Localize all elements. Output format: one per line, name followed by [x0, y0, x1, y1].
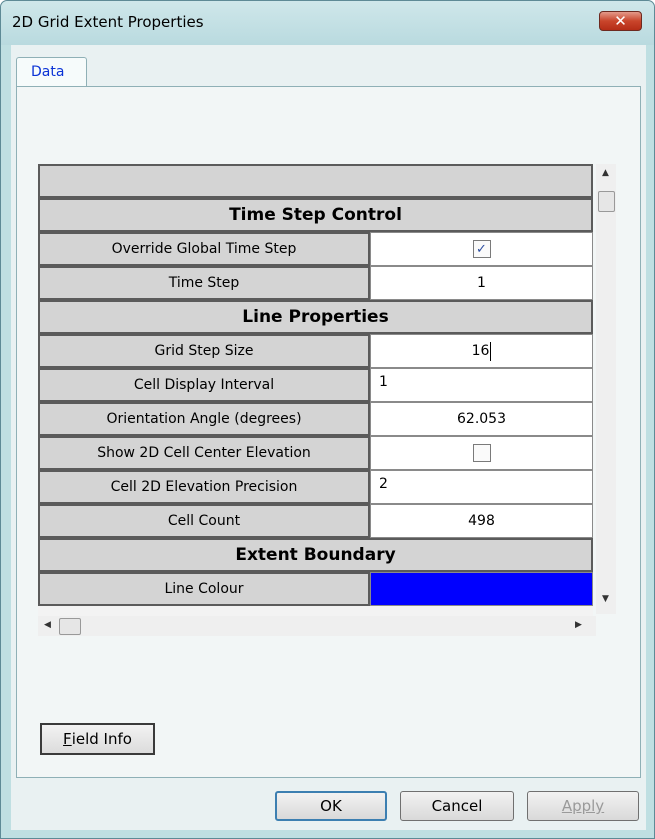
horizontal-scroll-thumb[interactable]	[59, 618, 81, 635]
grid-row-cell-2d-elevation-precision: Cell 2D Elevation Precision 2	[38, 470, 593, 504]
close-icon: ✕	[614, 12, 627, 30]
horizontal-scrollbar[interactable]: ◀ ▶	[38, 616, 596, 636]
field-info-mnemonic: F	[63, 730, 72, 748]
grid-row-line-colour: Line Colour	[38, 572, 593, 606]
window-title: 2D Grid Extent Properties	[12, 13, 204, 31]
vertical-scroll-thumb[interactable]	[598, 191, 615, 212]
grid-row-override-global-time-step: Override Global Time Step ✓	[38, 232, 593, 266]
property-value: ✓	[370, 232, 593, 266]
property-label: Cell Display Interval	[38, 368, 370, 402]
override-global-time-step-checkbox[interactable]: ✓	[472, 240, 491, 258]
section-title: Time Step Control	[229, 205, 402, 225]
property-label: Override Global Time Step	[38, 232, 370, 266]
grid-row-grid-step-size: Grid Step Size 16	[38, 334, 593, 368]
scroll-left-icon[interactable]: ◀	[44, 620, 51, 630]
grid-step-size-value: 16	[471, 343, 490, 359]
apply-button[interactable]: Apply	[527, 791, 639, 821]
title-bar[interactable]: 2D Grid Extent Properties ✕	[1, 1, 654, 45]
section-title: Line Properties	[242, 307, 389, 327]
property-label: Grid Step Size	[38, 334, 370, 368]
grid-row-time-step: Time Step 1	[38, 266, 593, 300]
property-label: Time Step	[38, 266, 370, 300]
field-info-button[interactable]: Field Info	[40, 723, 155, 755]
scroll-down-icon[interactable]: ▼	[602, 594, 609, 604]
show-2d-cell-center-elevation-checkbox[interactable]	[472, 444, 491, 462]
grid-row-cell-display-interval: Cell Display Interval 1	[38, 368, 593, 402]
section-title: Extent Boundary	[235, 545, 396, 565]
section-header-line-properties: Line Properties	[38, 300, 593, 334]
ok-label: OK	[320, 797, 342, 815]
grid-row-orientation-angle: Orientation Angle (degrees) 62.053	[38, 402, 593, 436]
cell-2d-elevation-precision-value[interactable]: 2	[370, 470, 593, 504]
time-step-value[interactable]: 1	[370, 266, 593, 300]
grid-top-blank-row	[38, 164, 593, 198]
grid-row-cell-count: Cell Count 498	[38, 504, 593, 538]
cancel-label: Cancel	[431, 797, 483, 815]
property-label: Line Colour	[38, 572, 370, 606]
cell-count-value: 498	[370, 504, 593, 538]
tab-data-label: Data	[31, 64, 65, 80]
line-colour-swatch[interactable]	[370, 572, 593, 606]
ok-button[interactable]: OK	[275, 791, 387, 821]
scroll-up-icon[interactable]: ▲	[602, 168, 609, 178]
section-header-time-step-control: Time Step Control	[38, 198, 593, 232]
property-value	[370, 436, 593, 470]
property-grid: Time Step Control Override Global Time S…	[38, 164, 593, 616]
section-header-extent-boundary: Extent Boundary	[38, 538, 593, 572]
dialog-client-area: Data Time Step Control Override Global T…	[11, 45, 646, 830]
grid-step-size-input[interactable]: 16	[370, 334, 593, 368]
cell-display-interval-value[interactable]: 1	[370, 368, 593, 402]
grid-row-show-2d-cell-center-elevation: Show 2D Cell Center Elevation	[38, 436, 593, 470]
apply-label: Apply	[561, 797, 605, 815]
orientation-angle-value[interactable]: 62.053	[370, 402, 593, 436]
text-caret	[490, 341, 492, 361]
dialog-window: 2D Grid Extent Properties ✕ Data Time St…	[0, 0, 655, 839]
field-info-label: ield Info	[71, 730, 132, 748]
property-label: Show 2D Cell Center Elevation	[38, 436, 370, 470]
scroll-right-icon[interactable]: ▶	[575, 620, 582, 630]
property-label: Cell Count	[38, 504, 370, 538]
tab-data[interactable]: Data	[16, 57, 87, 87]
check-icon: ✓	[476, 241, 487, 257]
vertical-scrollbar[interactable]: ▲ ▼	[596, 164, 616, 614]
cancel-button[interactable]: Cancel	[400, 791, 514, 821]
close-button[interactable]: ✕	[599, 11, 642, 31]
property-label: Orientation Angle (degrees)	[38, 402, 370, 436]
property-label: Cell 2D Elevation Precision	[38, 470, 370, 504]
